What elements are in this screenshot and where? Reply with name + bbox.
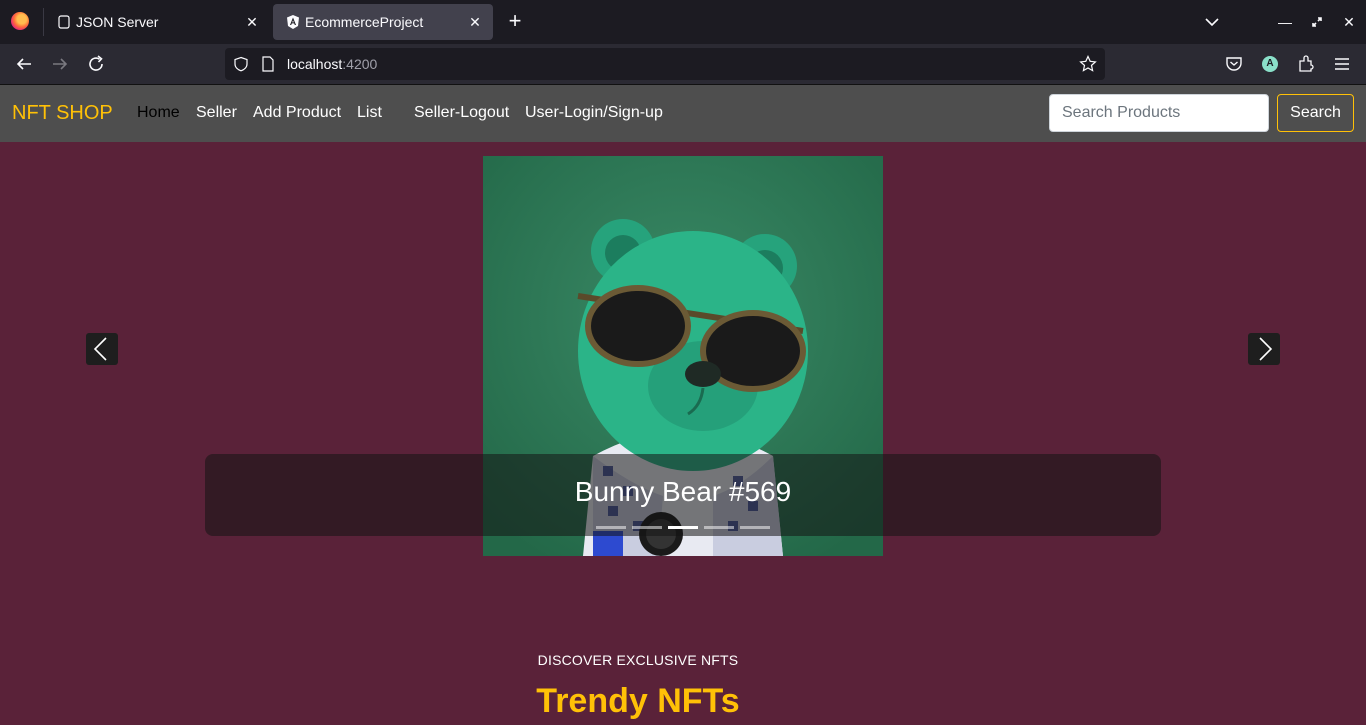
nav-seller-logout[interactable]: Seller-Logout bbox=[414, 104, 509, 122]
nav-home[interactable]: Home bbox=[137, 104, 180, 122]
forward-icon[interactable] bbox=[48, 52, 72, 76]
carousel-indicator-4[interactable] bbox=[704, 526, 734, 529]
pocket-icon[interactable] bbox=[1224, 54, 1244, 74]
menu-icon[interactable] bbox=[1332, 54, 1352, 74]
carousel-caption-title: Bunny Bear #569 bbox=[574, 476, 792, 507]
search-input[interactable] bbox=[1049, 94, 1269, 132]
section-kicker: DISCOVER EXCLUSIVE NFTS bbox=[537, 652, 739, 668]
browser-tab-bar: JSON Server ✕ EcommerceProject ✕ + — ✕ bbox=[0, 0, 1366, 44]
search-button[interactable]: Search bbox=[1277, 94, 1354, 132]
carousel-prev-button[interactable] bbox=[86, 333, 118, 365]
close-icon[interactable]: ✕ bbox=[242, 12, 262, 32]
carousel-indicator-5[interactable] bbox=[740, 526, 770, 529]
carousel-indicator-3[interactable] bbox=[668, 526, 698, 529]
tab-title: JSON Server bbox=[76, 14, 159, 30]
chevron-left-icon bbox=[93, 337, 107, 361]
angular-icon bbox=[287, 15, 299, 29]
app-navbar: NFT SHOP Home Seller Add Product List Se… bbox=[0, 85, 1366, 142]
section-headline: Trendy NFTs bbox=[536, 682, 740, 720]
page-icon bbox=[58, 15, 70, 29]
tab-json-server[interactable]: JSON Server ✕ bbox=[44, 4, 270, 40]
restore-icon[interactable] bbox=[1305, 10, 1329, 34]
close-window-icon[interactable]: ✕ bbox=[1337, 10, 1361, 34]
page-info-icon[interactable] bbox=[261, 56, 275, 72]
nav-list[interactable]: List bbox=[357, 104, 382, 122]
back-icon[interactable] bbox=[12, 52, 36, 76]
nav-seller[interactable]: Seller bbox=[196, 104, 237, 122]
account-avatar[interactable]: A bbox=[1262, 56, 1278, 72]
firefox-icon[interactable] bbox=[11, 12, 29, 30]
carousel-next-button[interactable] bbox=[1248, 333, 1280, 365]
minimize-icon[interactable]: — bbox=[1273, 10, 1297, 34]
carousel-caption: Bunny Bear #569 bbox=[205, 454, 1161, 536]
shield-icon[interactable] bbox=[233, 56, 249, 72]
bookmark-star-icon[interactable] bbox=[1079, 55, 1097, 73]
reload-icon[interactable] bbox=[84, 52, 108, 76]
url-text[interactable]: localhost:4200 bbox=[287, 56, 377, 72]
url-bar[interactable]: localhost:4200 bbox=[225, 48, 1105, 80]
tab-title: EcommerceProject bbox=[305, 14, 424, 30]
new-tab-button[interactable]: + bbox=[503, 10, 527, 34]
brand-logo[interactable]: NFT SHOP bbox=[12, 102, 113, 125]
tab-ecommerce-project[interactable]: EcommerceProject ✕ bbox=[273, 4, 493, 40]
extensions-icon[interactable] bbox=[1296, 54, 1316, 74]
url-port: :4200 bbox=[342, 56, 378, 72]
carousel-indicators bbox=[596, 526, 776, 530]
list-all-tabs-icon[interactable] bbox=[1200, 12, 1224, 32]
url-host: localhost bbox=[287, 56, 343, 72]
close-icon[interactable]: ✕ bbox=[465, 12, 485, 32]
browser-toolbar: localhost:4200 A bbox=[0, 44, 1366, 85]
nav-user-login[interactable]: User-Login/Sign-up bbox=[525, 104, 663, 122]
carousel-indicator-1[interactable] bbox=[596, 526, 626, 529]
chevron-right-icon bbox=[1259, 337, 1273, 361]
nav-add-product[interactable]: Add Product bbox=[253, 104, 341, 122]
carousel-indicator-2[interactable] bbox=[632, 526, 662, 529]
